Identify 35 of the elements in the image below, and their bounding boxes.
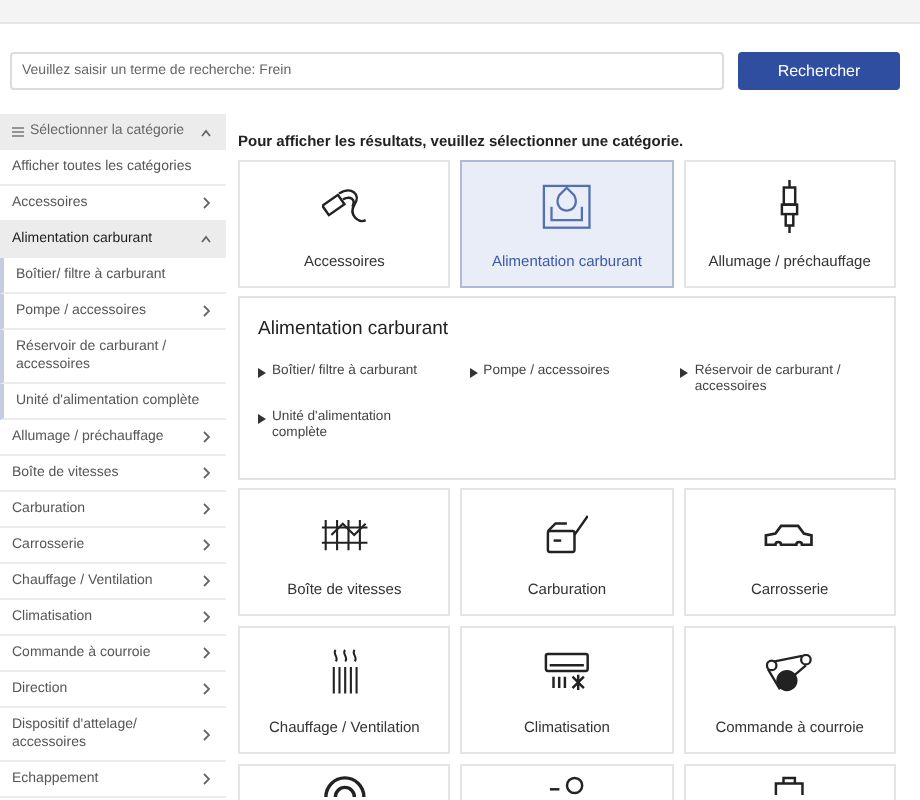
steering-wheel-icon: [323, 776, 366, 800]
category-tile[interactable]: [460, 764, 674, 800]
chevron-right-icon: [200, 610, 212, 624]
category-tile[interactable]: [238, 764, 451, 800]
chevron-right-icon: [200, 466, 212, 480]
chevron-right-icon: [200, 646, 212, 660]
bullet-triangle-icon: [258, 367, 266, 377]
gearbox-icon: [319, 517, 369, 552]
chevron-right-icon: [200, 304, 212, 318]
chevron-right-icon: [200, 727, 212, 741]
panel-title: Alimentation carburant: [258, 316, 451, 345]
search-button[interactable]: Rechercher: [738, 52, 900, 90]
car-icon: [764, 523, 815, 546]
chevron-right-icon: [200, 196, 212, 210]
chevron-right-icon: [200, 502, 212, 516]
radiator-icon: [329, 648, 360, 697]
oil-can-icon: [545, 514, 589, 555]
category-tile[interactable]: [683, 764, 896, 800]
fuel-tank-icon: [542, 183, 592, 230]
engine-icon: [774, 776, 805, 798]
chevron-right-icon: [200, 430, 212, 444]
bullet-triangle-icon: [258, 413, 266, 423]
chevron-right-icon: [200, 538, 212, 552]
bullet-triangle-icon: [469, 367, 478, 377]
list-icon: [12, 126, 24, 138]
chevron-right-icon: [200, 574, 212, 588]
chevron-up-icon: [200, 232, 212, 246]
belt-drive-icon: [766, 653, 813, 692]
air-conditioner-icon: [544, 652, 590, 693]
bullet-triangle-icon: [680, 367, 689, 377]
cable-icon: [321, 186, 368, 227]
chevron-right-icon: [200, 682, 212, 696]
spark-plug-icon: [780, 178, 800, 235]
chevron-right-icon: [200, 772, 212, 786]
chevron-up-icon: [200, 125, 212, 139]
